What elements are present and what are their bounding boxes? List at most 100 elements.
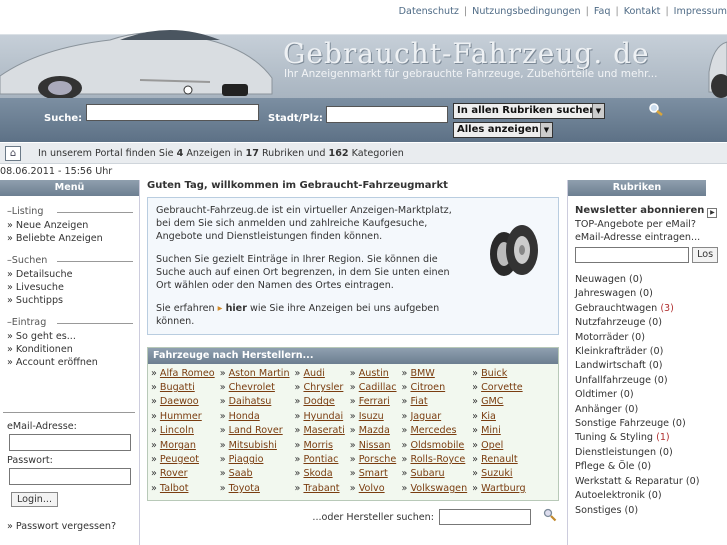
category-item[interactable]: Anhänger (0)	[575, 403, 727, 417]
manufacturer-link[interactable]: Hyundai	[303, 411, 343, 422]
login-button[interactable]: Login...	[11, 492, 59, 507]
menu-item-detail-search[interactable]: » Detailsuche	[7, 268, 139, 281]
link-kontakt[interactable]: Kontakt	[624, 6, 661, 17]
category-item[interactable]: Unfallfahrzeuge (0)	[575, 374, 727, 388]
manufacturer-link[interactable]: Peugeot	[160, 454, 199, 465]
rubric-select[interactable]: In allen Rubriken suchen ▼	[453, 103, 605, 119]
site-title[interactable]: Gebraucht-Fahrzeug. de	[283, 37, 650, 70]
manufacturer-link[interactable]: Renault	[481, 454, 518, 465]
manufacturer-link[interactable]: Nissan	[359, 440, 391, 451]
menu-item-open-account[interactable]: » Account eröffnen	[7, 356, 139, 369]
manufacturer-link[interactable]: Rover	[160, 468, 188, 479]
manufacturer-link[interactable]: Jaguar	[410, 411, 441, 422]
manufacturer-link[interactable]: Skoda	[303, 468, 332, 479]
category-item[interactable]: Tuning & Styling (1)	[575, 431, 727, 445]
manufacturer-link[interactable]: BMW	[410, 368, 434, 379]
manufacturer-link[interactable]: Mercedes	[410, 425, 456, 436]
manufacturer-link[interactable]: Opel	[481, 440, 503, 451]
menu-item-search-tips[interactable]: » Suchtipps	[7, 294, 139, 307]
manufacturer-link[interactable]: GMC	[481, 396, 503, 407]
manufacturer-link[interactable]: Alfa Romeo	[160, 368, 215, 379]
manufacturer-link[interactable]: Audi	[303, 368, 324, 379]
manufacturer-link[interactable]: Chrysler	[303, 382, 343, 393]
manufacturer-link[interactable]: Dodge	[303, 396, 334, 407]
manufacturer-link[interactable]: Daihatsu	[229, 396, 272, 407]
manufacturer-link[interactable]: Volkswagen	[410, 483, 467, 494]
manufacturer-link[interactable]: Suzuki	[481, 468, 513, 479]
manufacturer-link[interactable]: Kia	[481, 411, 496, 422]
email-field[interactable]	[9, 434, 131, 451]
manufacturer-link[interactable]: Land Rover	[229, 425, 283, 436]
password-field[interactable]	[9, 468, 131, 485]
manufacturer-link[interactable]: Morgan	[160, 440, 196, 451]
category-item[interactable]: Werkstatt & Reparatur (0)	[575, 475, 727, 489]
manufacturer-link[interactable]: Saab	[229, 468, 253, 479]
search-icon[interactable]	[648, 102, 664, 116]
manufacturer-link[interactable]: Buick	[481, 368, 507, 379]
category-item[interactable]: Oldtimer (0)	[575, 388, 727, 402]
menu-item-conditions[interactable]: » Konditionen	[7, 343, 139, 356]
manufacturer-link[interactable]: Corvette	[481, 382, 523, 393]
search-input[interactable]	[86, 104, 259, 121]
here-link[interactable]: hier	[226, 303, 247, 314]
category-item[interactable]: Gebrauchtwagen (3)	[575, 302, 727, 316]
show-select[interactable]: Alles anzeigen ▼	[453, 122, 553, 138]
category-item[interactable]: Sonstiges (0)	[575, 504, 727, 518]
newsletter-submit-button[interactable]: Los	[692, 247, 719, 263]
category-item[interactable]: Nutzfahrzeuge (0)	[575, 316, 727, 330]
link-faq[interactable]: Faq	[594, 6, 611, 17]
category-item[interactable]: Dienstleistungen (0)	[575, 446, 727, 460]
manufacturer-link[interactable]: Hummer	[160, 411, 202, 422]
category-item[interactable]: Motorräder (0)	[575, 331, 727, 345]
category-item[interactable]: Autoelektronik (0)	[575, 489, 727, 503]
category-item[interactable]: Kleinkrafträder (0)	[575, 345, 727, 359]
menu-item-new-ads[interactable]: » Neue Anzeigen	[7, 219, 139, 232]
category-item[interactable]: Jahreswagen (0)	[575, 287, 727, 301]
manufacturer-link[interactable]: Maserati	[303, 425, 344, 436]
manufacturer-link[interactable]: Mitsubishi	[229, 440, 277, 451]
manufacturer-link[interactable]: Smart	[359, 468, 388, 479]
arrow-right-icon[interactable]: ▶	[707, 208, 718, 218]
manufacturer-link[interactable]: Chevrolet	[229, 382, 275, 393]
manufacturer-link[interactable]: Daewoo	[160, 396, 199, 407]
manufacturer-link[interactable]: Ferrari	[359, 396, 390, 407]
search-icon[interactable]	[543, 508, 557, 522]
manufacturer-link[interactable]: Bugatti	[160, 382, 195, 393]
manufacturer-link[interactable]: Trabant	[303, 483, 339, 494]
manufacturer-search-input[interactable]	[439, 508, 531, 525]
manufacturer-link[interactable]: Rolls-Royce	[410, 454, 465, 465]
newsletter-email-input[interactable]	[575, 247, 689, 263]
category-item[interactable]: Neuwagen (0)	[575, 273, 727, 287]
manufacturer-link[interactable]: Aston Martin	[229, 368, 290, 379]
manufacturer-link[interactable]: Oldsmobile	[410, 440, 464, 451]
manufacturer-link[interactable]: Porsche	[359, 454, 397, 465]
manufacturer-link[interactable]: Piaggio	[229, 454, 264, 465]
manufacturer-link[interactable]: Austin	[359, 368, 389, 379]
manufacturer-link[interactable]: Wartburg	[481, 483, 526, 494]
manufacturer-link[interactable]: Lincoln	[160, 425, 194, 436]
link-nutzungsbedingungen[interactable]: Nutzungsbedingungen	[472, 6, 580, 17]
link-datenschutz[interactable]: Datenschutz	[399, 6, 459, 17]
manufacturer-link[interactable]: Morris	[303, 440, 333, 451]
menu-item-live-search[interactable]: » Livesuche	[7, 281, 139, 294]
menu-item-how-it-works[interactable]: » So geht es...	[7, 330, 139, 343]
manufacturer-link[interactable]: Isuzu	[359, 411, 384, 422]
manufacturer-link[interactable]: Mazda	[359, 425, 390, 436]
category-item[interactable]: Landwirtschaft (0)	[575, 359, 727, 373]
manufacturer-link[interactable]: Citroen	[410, 382, 445, 393]
category-item[interactable]: Sonstige Fahrzeuge (0)	[575, 417, 727, 431]
forgot-password-link[interactable]: » Passwort vergessen?	[7, 521, 133, 532]
manufacturer-link[interactable]: Cadillac	[359, 382, 397, 393]
manufacturer-link[interactable]: Mini	[481, 425, 501, 436]
manufacturer-link[interactable]: Pontiac	[303, 454, 338, 465]
link-impressum[interactable]: Impressum	[674, 6, 727, 17]
manufacturer-link[interactable]: Fiat	[410, 396, 427, 407]
menu-item-popular-ads[interactable]: » Beliebte Anzeigen	[7, 232, 139, 245]
manufacturer-link[interactable]: Honda	[229, 411, 260, 422]
category-item[interactable]: Pflege & Öle (0)	[575, 460, 727, 474]
home-icon[interactable]: ⌂	[5, 146, 21, 161]
manufacturer-link[interactable]: Talbot	[160, 483, 189, 494]
manufacturer-link[interactable]: Volvo	[359, 483, 385, 494]
manufacturer-link[interactable]: Toyota	[229, 483, 260, 494]
manufacturer-link[interactable]: Subaru	[410, 468, 444, 479]
